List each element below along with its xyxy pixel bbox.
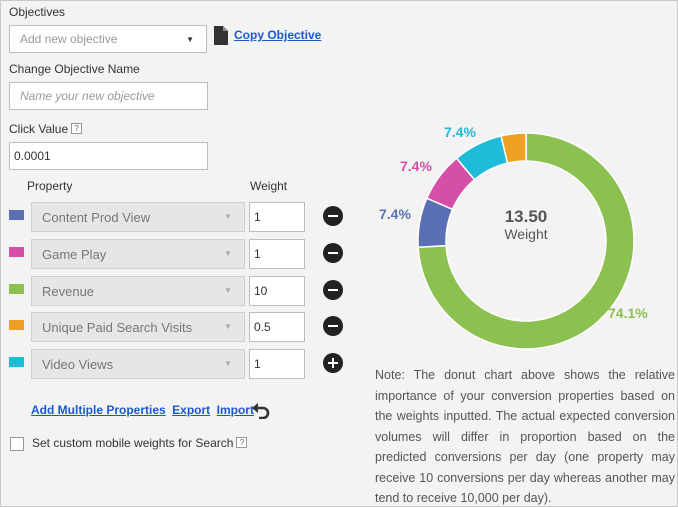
property-name: Video Views: [42, 357, 114, 372]
change-name-label: Change Objective Name: [9, 62, 140, 76]
export-link[interactable]: Export: [172, 403, 210, 417]
weight-header: Weight: [250, 179, 288, 193]
weight-input[interactable]: 1: [249, 349, 305, 379]
weight-input[interactable]: 1: [249, 202, 305, 232]
slice-label-video-views: 7.4%: [444, 124, 476, 140]
donut-chart: 13.50 Weight: [417, 132, 635, 350]
remove-property-button[interactable]: [323, 280, 343, 300]
help-icon[interactable]: ?: [71, 123, 83, 134]
weight-input[interactable]: 0.5: [249, 312, 305, 342]
chart-center-value: 13.50: [505, 207, 548, 226]
chart-center-label: Weight: [504, 226, 547, 242]
click-value-text: Click Value: [9, 122, 69, 136]
mobile-weights-label: Set custom mobile weights for Search?: [32, 436, 248, 450]
property-name: Game Play: [42, 247, 107, 262]
slice-label-revenue: 74.1%: [608, 305, 648, 321]
add-property-button[interactable]: [323, 353, 343, 373]
chart-note: Note: The donut chart above shows the re…: [375, 368, 675, 505]
row-color-swatch: [9, 357, 24, 367]
mobile-weights-text: Set custom mobile weights for Search: [32, 436, 234, 450]
add-multiple-properties-link[interactable]: Add Multiple Properties: [31, 403, 166, 417]
objective-dropdown-placeholder: Add new objective: [20, 32, 118, 46]
chevron-down-icon: ▼: [224, 212, 232, 221]
row-color-swatch: [9, 320, 24, 330]
remove-property-button[interactable]: [323, 316, 343, 336]
property-select[interactable]: Game Play ▼: [31, 239, 245, 269]
property-select[interactable]: Revenue ▼: [31, 276, 245, 306]
slice-label-game-play: 7.4%: [400, 158, 432, 174]
import-link[interactable]: Import: [217, 403, 254, 417]
click-value-label: Click Value?: [9, 122, 83, 136]
property-header: Property: [27, 179, 73, 193]
slice-label-content-prod-view: 7.4%: [379, 206, 411, 222]
property-name: Content Prod View: [42, 210, 151, 225]
remove-property-button[interactable]: [323, 243, 343, 263]
weight-input[interactable]: 10: [249, 276, 305, 306]
remove-property-button[interactable]: [323, 206, 343, 226]
property-select[interactable]: Unique Paid Search Visits ▼: [31, 312, 245, 342]
property-name: Revenue: [42, 284, 95, 299]
property-select[interactable]: Content Prod View ▼: [31, 202, 245, 232]
document-icon: [214, 26, 228, 45]
chevron-down-icon: ▼: [224, 359, 232, 368]
objective-name-input[interactable]: Name your new objective: [9, 82, 208, 110]
property-select[interactable]: Video Views ▼: [31, 349, 245, 379]
objective-dropdown[interactable]: Add new objective ▼: [9, 25, 207, 53]
property-name: Unique Paid Search Visits: [42, 320, 193, 335]
row-color-swatch: [9, 284, 24, 294]
chevron-down-icon: ▼: [224, 286, 232, 295]
mobile-weights-checkbox[interactable]: [10, 437, 24, 451]
row-color-swatch: [9, 210, 24, 220]
chevron-down-icon: ▼: [224, 322, 232, 331]
chevron-down-icon: ▼: [186, 35, 194, 44]
help-icon[interactable]: ?: [236, 437, 248, 448]
property-links: Add Multiple Properties Export Import: [31, 401, 254, 419]
chevron-down-icon: ▼: [224, 249, 232, 258]
objectives-label: Objectives: [9, 5, 66, 19]
undo-icon[interactable]: [252, 403, 270, 419]
click-value-input[interactable]: 0.0001: [9, 142, 208, 170]
copy-objective-link[interactable]: Copy Objective: [234, 28, 321, 42]
weight-input[interactable]: 1: [249, 239, 305, 269]
row-color-swatch: [9, 247, 24, 257]
